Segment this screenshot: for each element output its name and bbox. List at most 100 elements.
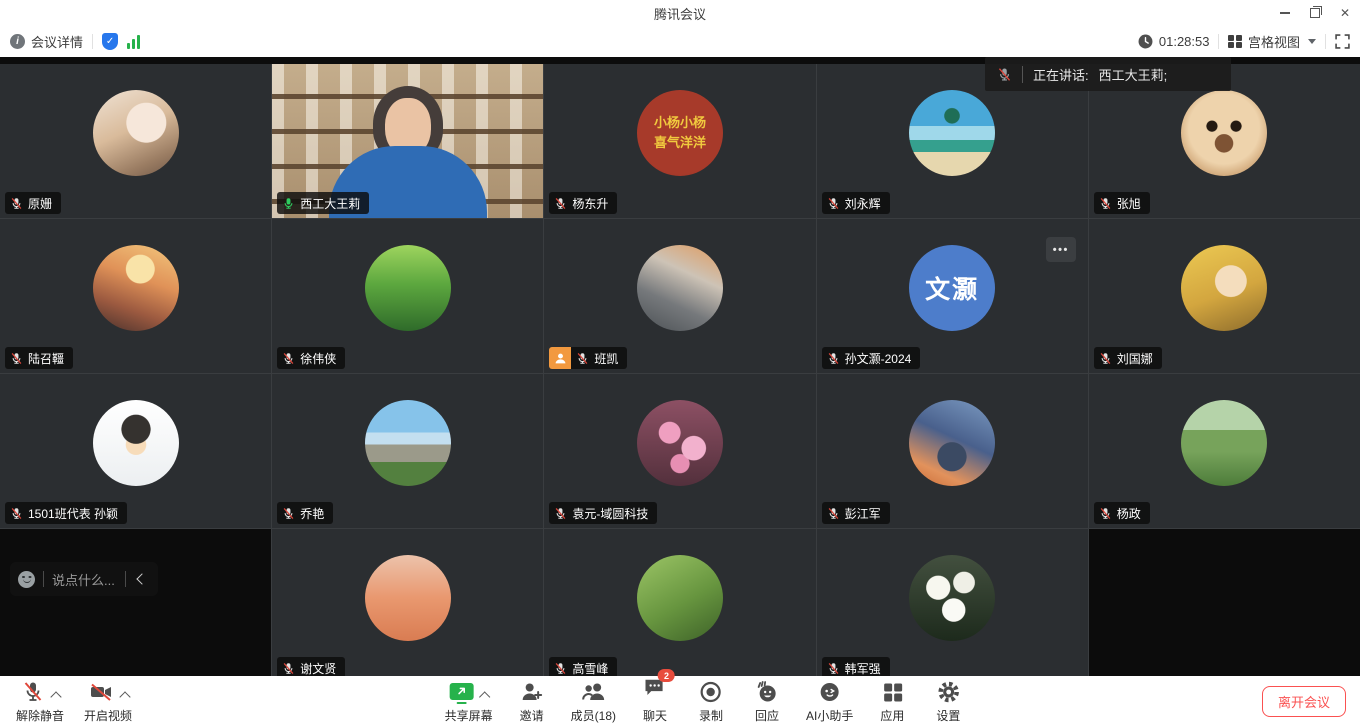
participant-tile[interactable]: 原姗 (0, 64, 271, 218)
restore-button[interactable] (1300, 0, 1330, 26)
collapse-chat-icon[interactable] (136, 573, 147, 584)
bottom-toolbar: 解除静音 开启视频 (0, 676, 1360, 726)
clock-icon (1138, 34, 1153, 49)
start-video-button[interactable]: 开启视频 (84, 678, 132, 724)
ai-assistant-icon (818, 680, 842, 704)
divider (125, 571, 126, 587)
record-icon (699, 680, 723, 704)
meeting-topbar: i 会议详情 ✓ 01:28:53 宫格视图 (0, 26, 1360, 57)
participant-name: 袁元-域圆科技 (572, 505, 648, 522)
participant-name: 高雪峰 (572, 660, 608, 677)
invite-button[interactable]: 邀请 (515, 678, 549, 724)
chat-input[interactable]: 说点什么... (52, 570, 117, 589)
unmute-label: 解除静音 (16, 707, 64, 724)
grid-view-icon (1228, 35, 1242, 49)
video-options-chevron[interactable] (119, 691, 130, 702)
share-options-chevron[interactable] (478, 691, 489, 702)
apps-icon (880, 680, 904, 704)
meeting-duration: 01:28:53 (1138, 34, 1210, 49)
divider (92, 34, 93, 49)
participant-name-label: 刘国娜 (1094, 347, 1162, 369)
participant-name: 班凯 (594, 350, 618, 367)
close-button[interactable]: ✕ (1330, 0, 1360, 26)
participant-name: 乔艳 (300, 505, 324, 522)
minimize-button[interactable] (1270, 0, 1300, 26)
participant-name: 1501班代表 孙颖 (28, 505, 118, 522)
settings-button[interactable]: 设置 (931, 678, 965, 724)
divider (43, 571, 44, 587)
apps-button[interactable]: 应用 (875, 678, 909, 724)
security-shield-icon[interactable]: ✓ (102, 33, 118, 50)
unmute-button[interactable]: 解除静音 (16, 678, 64, 724)
participant-name: 杨政 (1117, 505, 1141, 522)
participant-tile[interactable]: 韩军强 (817, 529, 1088, 683)
invite-icon (520, 680, 544, 704)
participant-tile[interactable]: 徐伟侠 (272, 219, 543, 373)
participant-tile[interactable]: 高雪峰 (544, 529, 815, 683)
participant-name-label: 张旭 (1094, 192, 1150, 214)
mic-status-icon (827, 662, 840, 675)
settings-label: 设置 (936, 707, 960, 724)
participant-tile[interactable]: 谢文贤 (272, 529, 543, 683)
mic-status-icon (282, 197, 295, 210)
participant-tile[interactable]: 杨政 (1089, 374, 1360, 528)
mic-status-icon (827, 507, 840, 520)
empty-tile (0, 529, 271, 683)
participant-name-label: 陆召韁 (5, 347, 73, 369)
participant-name-label: 刘永辉 (822, 192, 890, 214)
share-screen-label: 共享屏幕 (445, 707, 493, 724)
mic-status-icon (827, 352, 840, 365)
window-title: 腾讯会议 (0, 4, 1360, 23)
participant-tile[interactable]: 袁元-域圆科技 (544, 374, 815, 528)
ai-assistant-label: AI小助手 (806, 707, 853, 724)
participant-name-label: 西工大王莉 (277, 192, 369, 214)
participant-name-label: 彭江军 (822, 502, 890, 524)
mic-status-icon (10, 507, 23, 520)
participant-name-label: 原姗 (5, 192, 61, 214)
ai-assistant-button[interactable]: AI小助手 (806, 678, 853, 724)
participant-tile[interactable]: 彭江军 (817, 374, 1088, 528)
share-screen-button[interactable]: 共享屏幕 (445, 678, 493, 724)
mic-status-icon (554, 197, 567, 210)
chat-button[interactable]: 2 聊天 (638, 678, 672, 724)
participant-name: 杨东升 (572, 195, 608, 212)
participant-tile[interactable]: 陆召韁 (0, 219, 271, 373)
mic-status-icon (10, 352, 23, 365)
participant-tile[interactable]: 1501班代表 孙颖 (0, 374, 271, 528)
reactions-label: 回应 (755, 707, 779, 724)
record-button[interactable]: 录制 (694, 678, 728, 724)
close-icon: ✕ (1340, 6, 1350, 20)
divider (1218, 34, 1219, 49)
participant-tile[interactable]: 小杨小杨 喜气洋洋 杨东升 (544, 64, 815, 218)
participant-tile[interactable]: 文灏 ••• 孙文灏-2024 (817, 219, 1088, 373)
view-mode-dropdown[interactable]: 宫格视图 (1228, 32, 1316, 51)
participant-tile[interactable]: 西工大王莉 (272, 64, 543, 218)
more-options-button[interactable]: ••• (1046, 237, 1076, 262)
chat-label: 聊天 (643, 707, 667, 724)
minimize-icon (1280, 12, 1290, 14)
participant-tile[interactable]: 乔艳 (272, 374, 543, 528)
mic-status-icon (554, 662, 567, 675)
leave-meeting-button[interactable]: 离开会议 (1262, 686, 1346, 717)
meeting-details-button[interactable]: i 会议详情 (10, 32, 83, 51)
chat-quickbar[interactable]: 说点什么... (10, 562, 158, 596)
participant-tile[interactable]: 刘国娜 (1089, 219, 1360, 373)
fullscreen-button[interactable] (1335, 34, 1350, 49)
network-signal-icon[interactable] (127, 35, 140, 49)
speaking-prefix: 正在讲话: (1033, 65, 1089, 84)
empty-tile (1089, 529, 1360, 683)
emoji-picker-icon[interactable] (18, 571, 35, 588)
participant-avatar (1181, 90, 1267, 176)
participant-tile[interactable]: 班凯 (544, 219, 815, 373)
reactions-button[interactable]: 回应 (750, 678, 784, 724)
participant-avatar (93, 400, 179, 486)
invite-label: 邀请 (520, 707, 544, 724)
members-button[interactable]: 成员(18) (571, 678, 616, 724)
host-badge-icon (549, 347, 571, 369)
participant-name: 刘国娜 (1117, 350, 1153, 367)
mic-status-icon (1099, 197, 1112, 210)
participant-name: 刘永辉 (845, 195, 881, 212)
participant-name-label: 杨政 (1094, 502, 1150, 524)
mic-options-chevron[interactable] (50, 691, 61, 702)
speaking-banner: 正在讲话: 西工大王莉; (985, 57, 1231, 91)
